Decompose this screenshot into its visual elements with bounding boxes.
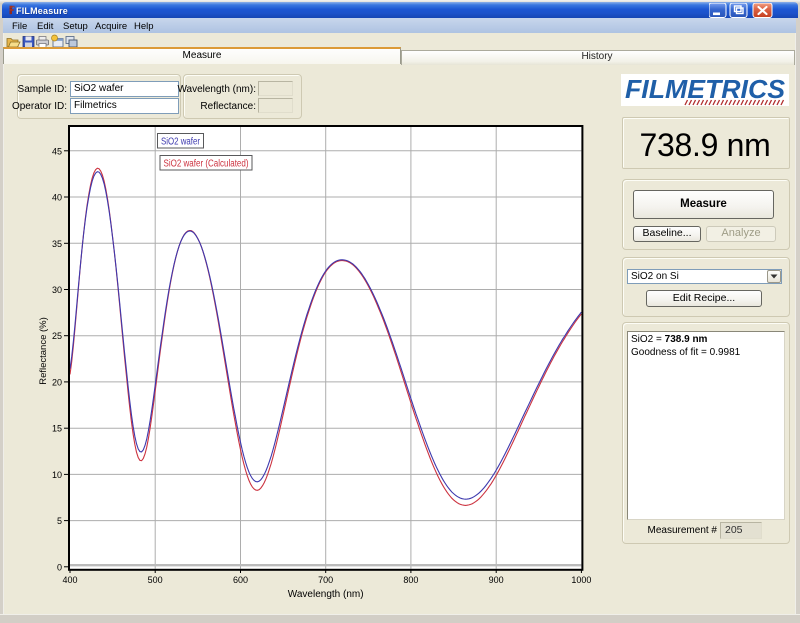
svg-text:FILMETRICS: FILMETRICS <box>625 76 785 104</box>
svg-text:700: 700 <box>318 575 333 585</box>
svg-text:40: 40 <box>52 193 62 203</box>
svg-text:800: 800 <box>403 575 418 585</box>
svg-text:35: 35 <box>52 239 62 249</box>
svg-text:30: 30 <box>52 285 62 295</box>
svg-text:45: 45 <box>52 146 62 156</box>
svg-text:25: 25 <box>52 331 62 341</box>
svg-text:10: 10 <box>52 470 62 480</box>
svg-text:0: 0 <box>57 562 62 572</box>
svg-text:1000: 1000 <box>571 575 591 585</box>
svg-text:Wavelength (nm): Wavelength (nm) <box>288 589 364 600</box>
svg-text:SiO2 wafer: SiO2 wafer <box>161 137 201 148</box>
svg-text:600: 600 <box>233 575 248 585</box>
svg-text:SiO2 wafer (Calculated): SiO2 wafer (Calculated) <box>164 159 249 170</box>
svg-text:5: 5 <box>57 516 62 526</box>
svg-text:500: 500 <box>148 575 163 585</box>
svg-text:15: 15 <box>52 424 62 434</box>
svg-text:20: 20 <box>52 377 62 387</box>
svg-text:Reflectance (%): Reflectance (%) <box>38 317 49 385</box>
svg-text:400: 400 <box>62 575 77 585</box>
svg-text:900: 900 <box>489 575 504 585</box>
